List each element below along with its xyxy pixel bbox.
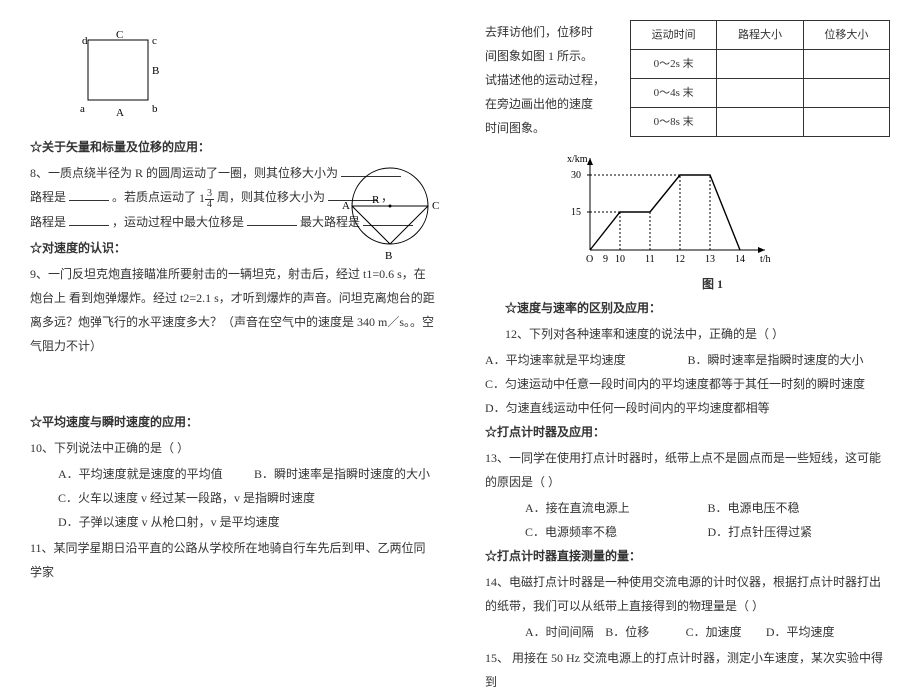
section-timer-measure-title: ☆打点计时器直接测量的量： — [485, 544, 890, 568]
svg-text:14: 14 — [735, 254, 745, 265]
label-d: d — [82, 35, 88, 47]
q14-c: C．加速度 — [686, 620, 766, 644]
cell-blank — [803, 108, 889, 137]
question-10-options: A．平均速度就是速度的平均值B．瞬时速率是指瞬时速度的大小 C．火车以速度 v … — [30, 462, 435, 534]
question-13-options: A．接在直流电源上 B．电源电压不稳 C．电源频率不稳 D．打点针压得过紧 — [485, 496, 890, 544]
opt-d: D．子弹以速度 v 从枪口射，v 是平均速度 — [58, 510, 435, 534]
label-A: A — [116, 107, 124, 119]
mixed-fraction: 134 — [199, 186, 214, 210]
svg-text:O: O — [586, 254, 593, 265]
q8-text-3a: 路程是 — [30, 215, 66, 229]
th-distance: 路程大小 — [717, 21, 803, 50]
svg-text:15: 15 — [571, 207, 581, 218]
q12-d: D．匀速直线运动中任何一段时间内的平均速度都相等 — [485, 396, 890, 420]
q12-c: C．匀速运动中任意一段时间内的平均速度都等于其任一时刻的瞬时速度 — [485, 372, 890, 396]
blank — [69, 214, 109, 226]
svg-text:13: 13 — [705, 254, 715, 265]
th-displacement: 位移大小 — [803, 21, 889, 50]
circle-diagram: A B C R — [335, 161, 445, 271]
q8-text-2c: 周，则其位移大小为 — [217, 190, 325, 204]
label-C: C — [116, 30, 123, 41]
question-12-stem: 12、下列对各种速率和速度的说法中，正确的是（ ） — [485, 322, 890, 346]
q13-b: B．电源电压不稳 — [708, 496, 891, 520]
q13-a: A．接在直流电源上 — [525, 496, 708, 520]
svg-text:B: B — [385, 250, 392, 262]
q14-d: D．平均速度 — [766, 620, 846, 644]
svg-text:9: 9 — [603, 254, 608, 265]
question-15: 15、 用接在 50 Hz 交流电源上的打点计时器，测定小车速度，某次实验中得到 — [485, 646, 890, 694]
displacement-chart: x/km t/h O 15 30 9 10 11 12 13 14 — [565, 150, 775, 270]
question-9: 9、一门反坦克炮直接瞄准所要射击的一辆坦克，射击后，经过 t1=0.6 s，在炮… — [30, 262, 435, 358]
q8-text-2a: 路程是 — [30, 190, 66, 204]
opt-b: B．瞬时速率是指瞬时速度的大小 — [254, 467, 430, 481]
svg-text:30: 30 — [571, 170, 581, 181]
chart-caption: 图 1 — [535, 272, 890, 296]
q14-b: B．位移 — [605, 620, 685, 644]
square-diagram: d c C B a A b — [70, 30, 170, 125]
label-a: a — [80, 103, 85, 115]
svg-text:x/km: x/km — [567, 154, 588, 165]
section-vector-title: ☆关于矢量和标量及位移的应用： — [30, 135, 435, 159]
q12-b: B．瞬时速率是指瞬时速度的大小 — [688, 353, 864, 367]
label-b: b — [152, 103, 158, 115]
svg-text:10: 10 — [615, 254, 625, 265]
q13-c: C．电源频率不稳 — [525, 520, 708, 544]
cell-blank — [803, 50, 889, 79]
blank — [247, 214, 297, 226]
svg-text:R: R — [372, 194, 380, 206]
svg-text:A: A — [342, 200, 350, 212]
question-8: A B C R 8、一质点绕半径为 R 的圆周运动了一圈，则其位移大小为 路程是… — [30, 161, 435, 234]
svg-text:C: C — [432, 200, 439, 212]
svg-text:11: 11 — [645, 254, 655, 265]
cell-blank — [717, 108, 803, 137]
q11-continuation: 运动时间路程大小位移大小 0～2s 末 0～4s 末 0～8s 末 去拜访他们，… — [485, 20, 890, 140]
q13-d: D．打点针压得过紧 — [708, 520, 891, 544]
svg-text:t/h: t/h — [760, 254, 771, 265]
question-14-stem: 14、电磁打点计时器是一种使用交流电源的计时仪器，根据打点计时器打出的纸带，我们… — [485, 570, 890, 618]
label-B: B — [152, 65, 159, 77]
opt-c: C．火车以速度 v 经过某一段路，v 是指瞬时速度 — [58, 486, 435, 510]
cell-r3: 0～8s 末 — [631, 108, 717, 137]
cell-r1: 0～2s 末 — [631, 50, 717, 79]
q14-a: A．时间间隔 — [525, 620, 605, 644]
svg-text:12: 12 — [675, 254, 685, 265]
opt-a: A．平均速度就是速度的平均值 — [58, 462, 254, 486]
th-time: 运动时间 — [631, 21, 717, 50]
blank — [69, 189, 109, 201]
label-c: c — [152, 35, 157, 47]
question-11: 11、某同学星期日沿平直的公路从学校所在地骑自行车先后到甲、乙两位同学家 — [30, 536, 435, 584]
spacer — [30, 360, 435, 410]
q8-text-1: 8、一质点绕半径为 R 的圆周运动了一圈，则其位移大小为 — [30, 166, 338, 180]
left-column: d c C B a A b ☆关于矢量和标量及位移的应用： A B C R — [30, 20, 435, 630]
cell-blank — [803, 79, 889, 108]
cell-blank — [717, 50, 803, 79]
question-13-stem: 13、一同学在使用打点计时器时，纸带上点不是圆点而是一些短线，这可能的原因是（ … — [485, 446, 890, 494]
q12-a: A．平均速率就是平均速度 — [485, 348, 688, 372]
cell-blank — [717, 79, 803, 108]
section-avg-speed-title: ☆平均速度与瞬时速度的应用： — [30, 410, 435, 434]
section-timer-title: ☆打点计时器及应用： — [485, 420, 890, 444]
q8-text-2b: 。若质点运动了 — [112, 190, 196, 204]
cell-r2: 0～4s 末 — [631, 79, 717, 108]
motion-table: 运动时间路程大小位移大小 0～2s 末 0～4s 末 0～8s 末 — [630, 20, 890, 137]
right-column: 运动时间路程大小位移大小 0～2s 末 0～4s 末 0～8s 末 去拜访他们，… — [485, 20, 890, 630]
question-10-stem: 10、下列说法中正确的是（ ） — [30, 436, 435, 460]
section-speed-rate-title: ☆速度与速率的区别及应用： — [485, 296, 890, 320]
question-14-options: A．时间间隔 B．位移 C．加速度 D．平均速度 — [485, 620, 890, 644]
q8-text-3b: ，运动过程中最大位移是 — [112, 215, 244, 229]
